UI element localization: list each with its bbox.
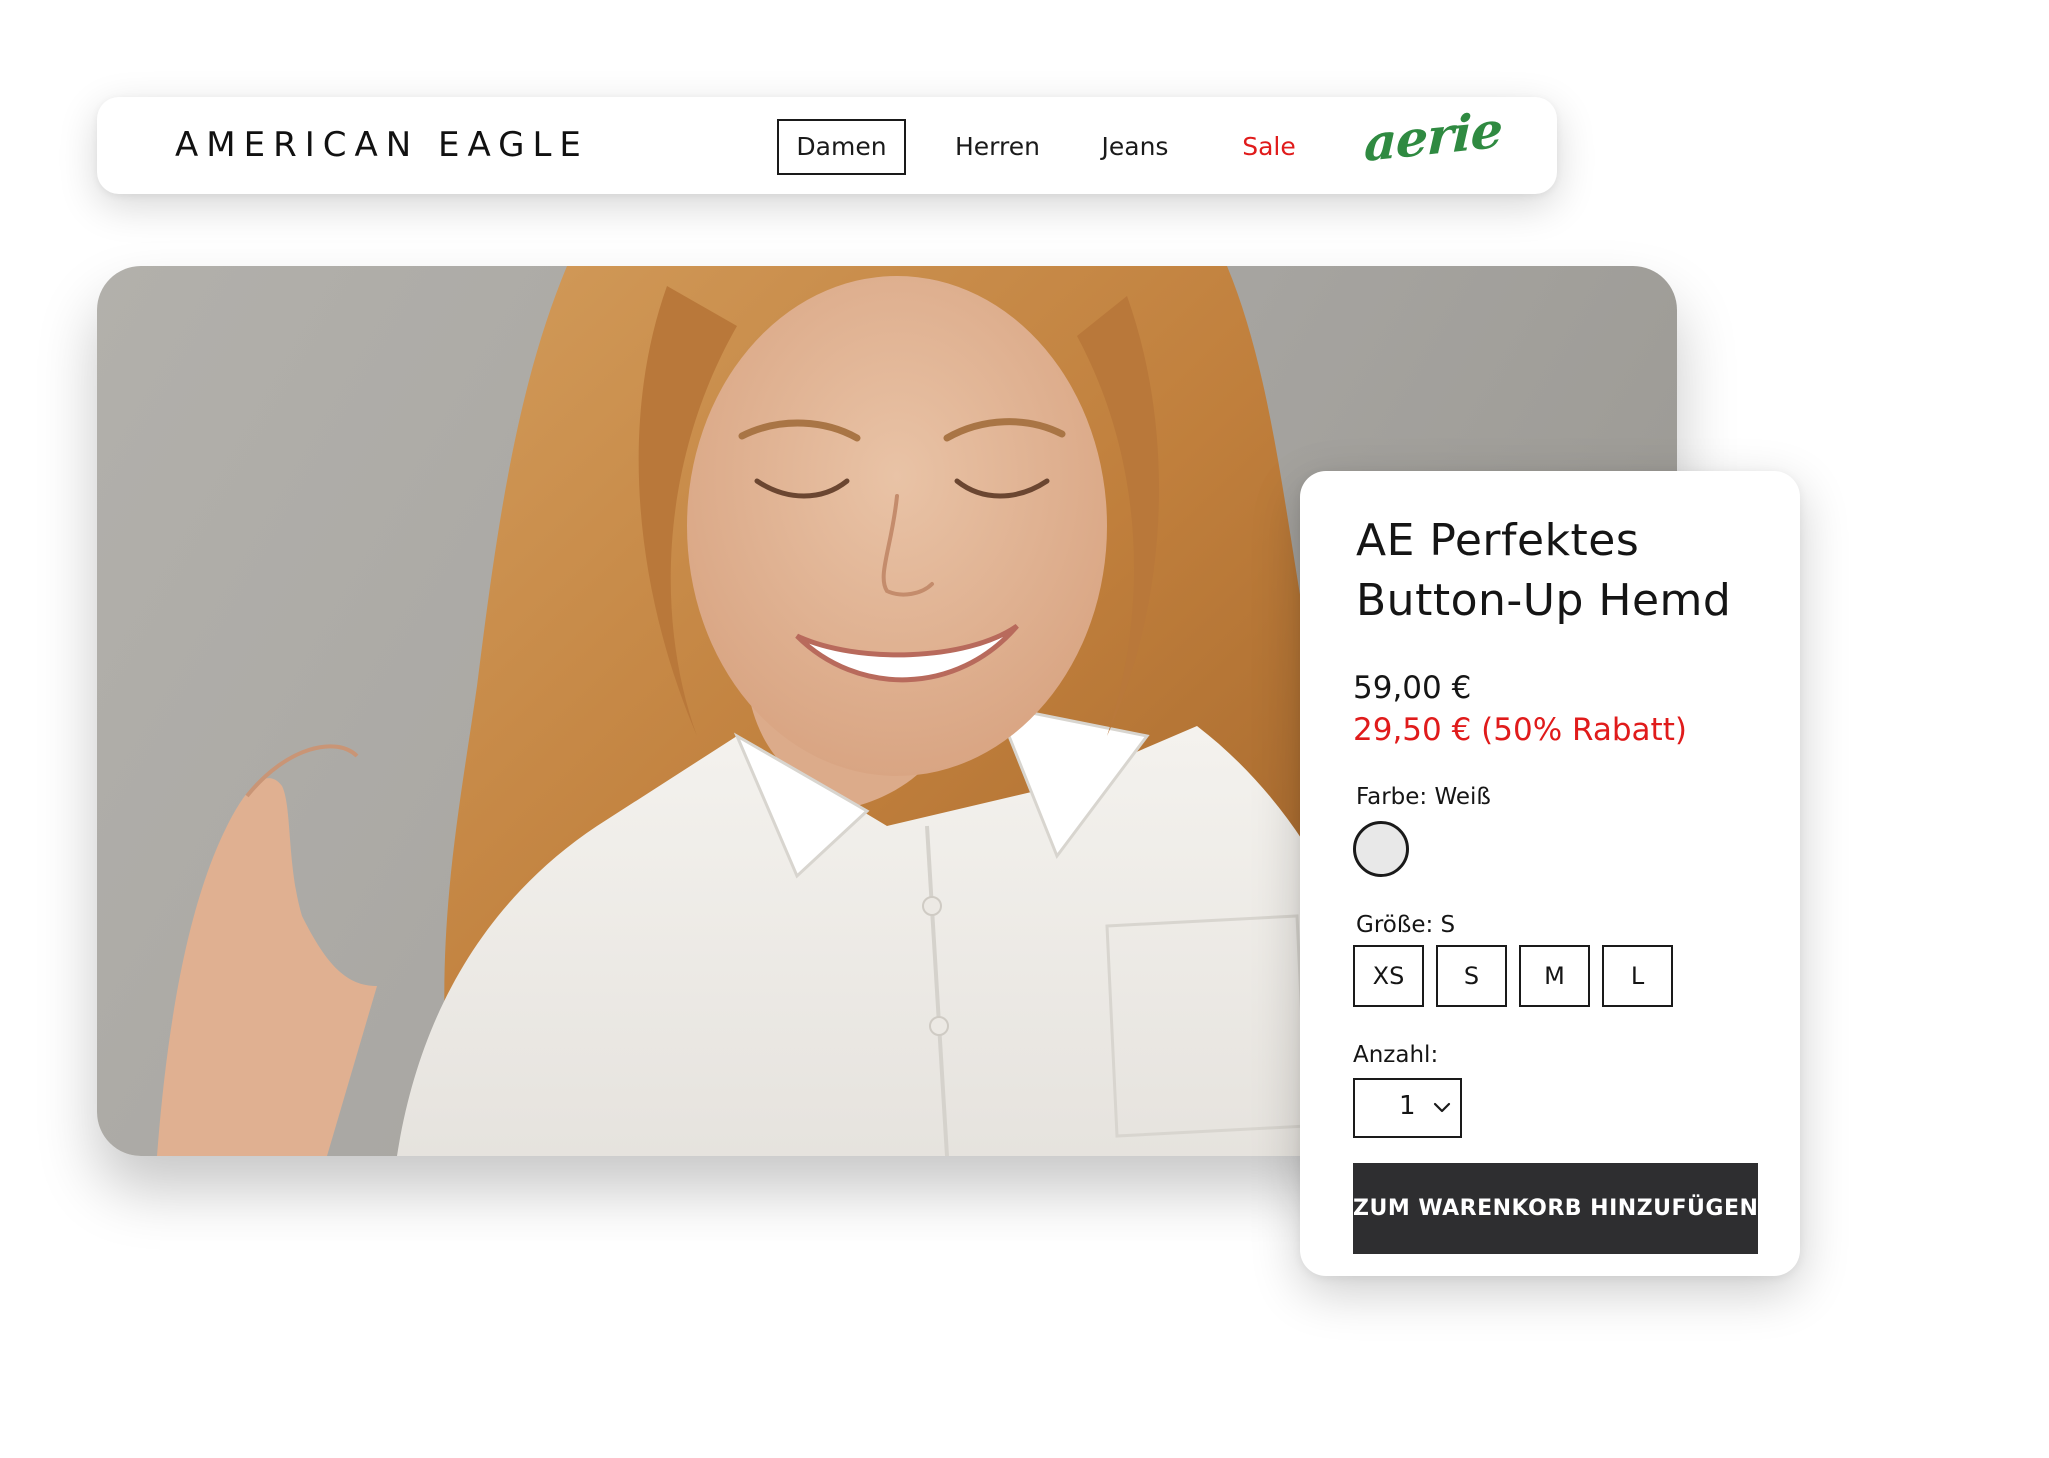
color-swatch-white[interactable]: [1353, 821, 1409, 877]
product-title: AE Perfektes Button-Up Hemd: [1356, 511, 1786, 631]
quantity-value: 1: [1399, 1091, 1416, 1121]
size-option-xs[interactable]: XS: [1353, 945, 1424, 1007]
product-title-line-1: AE Perfektes: [1356, 515, 1640, 566]
sale-price: 29,50 € (50% Rabatt): [1353, 712, 1687, 748]
nav-item-jeans[interactable]: Jeans: [1075, 119, 1195, 175]
nav-item-damen[interactable]: Damen: [777, 119, 906, 175]
size-option-s[interactable]: S: [1436, 945, 1507, 1007]
color-label: Farbe: Weiß: [1356, 784, 1491, 810]
quantity-label: Anzahl:: [1353, 1042, 1439, 1068]
brand-logo[interactable]: AMERICAN EAGLE: [175, 125, 589, 165]
chevron-down-icon: [1433, 1102, 1451, 1113]
product-title-line-2: Button-Up Hemd: [1356, 575, 1732, 626]
size-option-m[interactable]: M: [1519, 945, 1590, 1007]
original-price: 59,00 €: [1353, 670, 1472, 706]
product-detail-card: AE Perfektes Button-Up Hemd 59,00 € 29,5…: [1300, 471, 1800, 1276]
aerie-logo[interactable]: aerie: [1363, 100, 1503, 173]
size-option-l[interactable]: L: [1602, 945, 1673, 1007]
add-to-cart-button[interactable]: ZUM WARENKORB HINZUFÜGEN: [1353, 1163, 1758, 1254]
nav-item-herren[interactable]: Herren: [937, 119, 1058, 175]
top-navigation-bar: AMERICAN EAGLE Damen Herren Jeans Sale a…: [97, 97, 1557, 194]
quantity-select[interactable]: 1: [1353, 1078, 1462, 1138]
size-label: Größe: S: [1356, 912, 1456, 938]
nav-item-sale[interactable]: Sale: [1214, 119, 1324, 175]
